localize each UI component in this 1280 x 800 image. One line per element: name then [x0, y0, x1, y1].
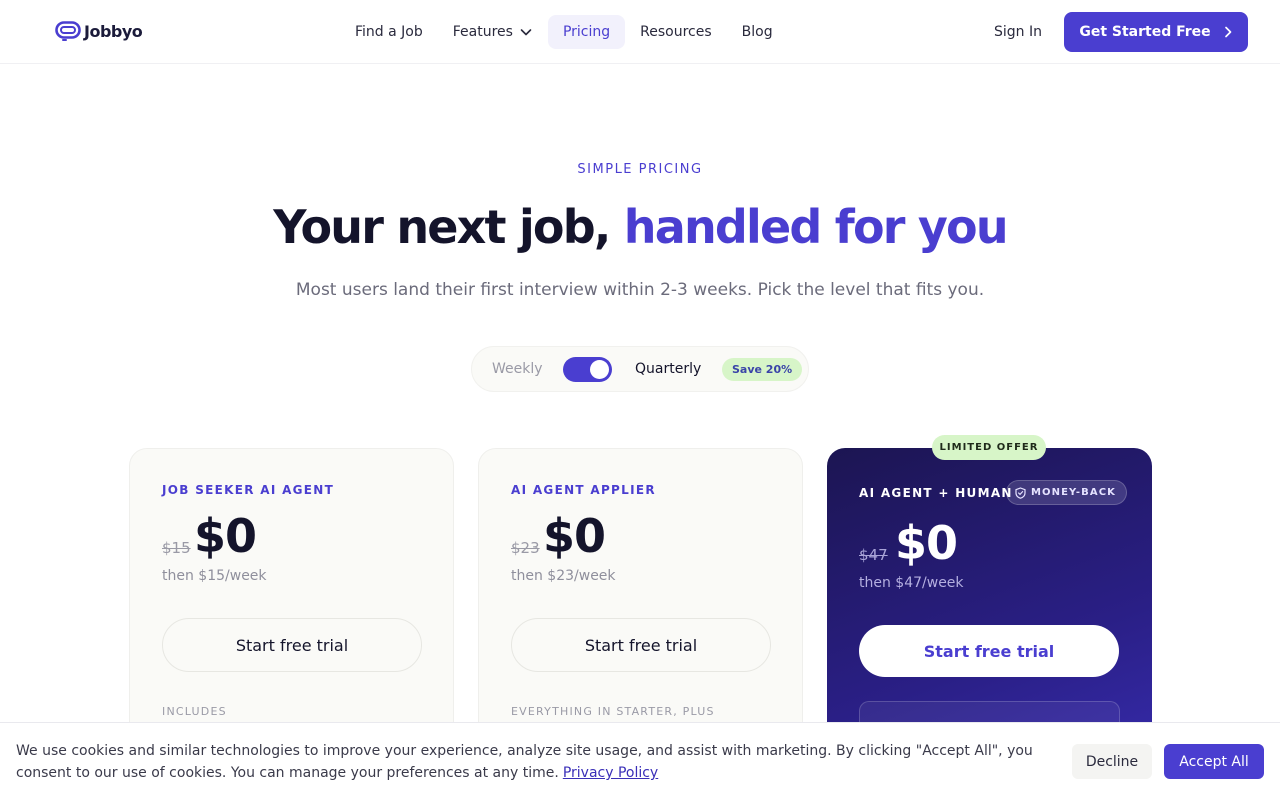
nav-features[interactable]: Features	[438, 15, 548, 49]
logo[interactable]: Jobbyo	[55, 20, 143, 42]
logo-text: Jobbyo	[84, 21, 143, 41]
plan-title: AI AGENT + HUMAN	[859, 486, 1013, 500]
chevron-right-icon	[1224, 26, 1232, 38]
plan-price: $0	[194, 509, 257, 563]
privacy-policy-link[interactable]: Privacy Policy	[563, 765, 658, 781]
cookie-message: We use cookies and similar technologies …	[16, 740, 1056, 784]
sign-in-link[interactable]: Sign In	[978, 15, 1058, 49]
site-header: Jobbyo Find a Job Features Pricing Resou…	[0, 0, 1280, 64]
plan-title: JOB SEEKER AI AGENT	[162, 483, 335, 497]
start-free-trial-button[interactable]: Start free trial	[162, 618, 422, 672]
plan-old-price: $15	[162, 539, 191, 557]
limited-offer-ribbon: LIMITED OFFER	[932, 435, 1046, 460]
pricing-eyebrow: SIMPLE PRICING	[577, 162, 703, 177]
main-nav: Find a Job Features Pricing Resources Bl…	[340, 15, 788, 49]
nav-label: Features	[452, 24, 513, 40]
nav-label: Find a Job	[355, 24, 423, 40]
billing-weekly-label[interactable]: Weekly	[492, 361, 543, 377]
decline-button[interactable]: Decline	[1072, 744, 1152, 779]
accept-all-button[interactable]: Accept All	[1164, 744, 1264, 779]
plan-then-price: then $15/week	[162, 568, 267, 584]
billing-quarterly-label[interactable]: Quarterly	[635, 361, 701, 377]
nav-resources[interactable]: Resources	[625, 15, 727, 49]
nav-label: Blog	[741, 24, 773, 40]
nav-label: Resources	[640, 24, 712, 40]
start-free-trial-button[interactable]: Start free trial	[859, 625, 1119, 677]
billing-toggle: Weekly Quarterly Save 20%	[471, 346, 809, 392]
save-badge: Save 20%	[722, 358, 803, 381]
title-accent: handled for you	[623, 200, 1009, 254]
plan-then-price: then $47/week	[859, 575, 964, 591]
plan-then-price: then $23/week	[511, 568, 616, 584]
get-started-label: Get Started Free	[1079, 24, 1211, 40]
page-title: Your next job, handled for you	[0, 200, 1280, 254]
shield-icon	[1015, 486, 1026, 499]
nav-find-a-job[interactable]: Find a Job	[340, 15, 438, 49]
billing-switch[interactable]	[563, 357, 612, 382]
nav-blog[interactable]: Blog	[727, 15, 788, 49]
nav-label: Pricing	[562, 24, 611, 40]
money-back-label: MONEY-BACK	[1031, 487, 1117, 498]
plan-includes-heading: INCLUDES	[162, 705, 227, 718]
logo-icon	[55, 21, 81, 41]
chevron-down-icon	[520, 29, 532, 36]
plan-price: $0	[895, 516, 958, 570]
cookie-banner: We use cookies and similar technologies …	[0, 722, 1280, 800]
plan-old-price: $47	[859, 546, 888, 564]
nav-pricing[interactable]: Pricing	[547, 15, 626, 49]
start-free-trial-button[interactable]: Start free trial	[511, 618, 771, 672]
plan-title: AI AGENT APPLIER	[511, 483, 656, 497]
get-started-button[interactable]: Get Started Free	[1064, 12, 1248, 52]
title-main: Your next job,	[273, 200, 611, 254]
plan-includes-heading: EVERYTHING IN STARTER, PLUS	[511, 705, 715, 718]
plan-old-price: $23	[511, 539, 540, 557]
page-subtitle: Most users land their first interview wi…	[295, 280, 985, 300]
cookie-text: We use cookies and similar technologies …	[16, 743, 1033, 781]
plan-price: $0	[543, 509, 606, 563]
billing-switch-knob	[590, 360, 609, 379]
money-back-badge: MONEY-BACK	[1006, 480, 1128, 505]
